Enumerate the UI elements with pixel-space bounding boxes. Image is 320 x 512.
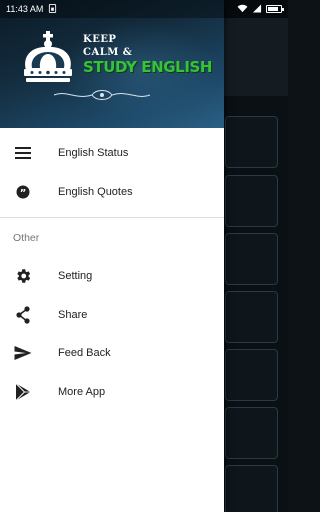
background-card[interactable]	[225, 233, 278, 285]
sim-icon	[48, 3, 57, 15]
menu-item-english-status[interactable]: English Status	[0, 134, 224, 173]
wifi-icon	[237, 4, 248, 15]
menu-item-label: English Quotes	[58, 185, 133, 198]
menu-divider	[0, 217, 224, 218]
section-title-other: Other	[13, 232, 40, 244]
menu-item-label: Setting	[58, 270, 93, 283]
gear-icon	[13, 266, 33, 286]
menu-item-label: English Status	[58, 147, 129, 160]
status-left: 11:43 AM	[6, 3, 57, 15]
status-right	[237, 3, 284, 15]
status-bar: 11:43 AM	[0, 0, 288, 18]
flourish-ornament-icon	[53, 90, 151, 100]
menu-item-setting[interactable]: Setting	[0, 257, 224, 296]
logo-line-calm: CALM &	[83, 47, 133, 58]
share-icon	[13, 305, 33, 325]
menu-item-more-app[interactable]: More App	[0, 373, 224, 412]
navigation-drawer: KEEP CALM & STUDY ENGLISH English Status…	[0, 0, 224, 512]
menu-item-label: Feed Back	[58, 347, 111, 360]
send-icon	[13, 343, 33, 363]
svg-text:”: ”	[20, 188, 27, 199]
logo-line-keep: KEEP	[83, 34, 117, 45]
quote-icon: ”	[13, 182, 33, 202]
other-menu: Setting Share Feed Back More App	[0, 257, 224, 411]
status-time: 11:43 AM	[6, 4, 44, 14]
menu-item-share[interactable]: Share	[0, 296, 224, 335]
signal-icon	[252, 3, 262, 15]
play-store-icon	[13, 382, 33, 402]
background-card[interactable]	[225, 116, 278, 168]
menu-item-label: Share	[58, 308, 88, 321]
menu-item-english-quotes[interactable]: ” English Quotes	[0, 173, 224, 212]
menu-item-label: More App	[58, 385, 106, 398]
menu-item-feed-back[interactable]: Feed Back	[0, 334, 224, 373]
primary-menu: English Status ” English Quotes	[0, 134, 224, 211]
menu-lines-icon	[13, 143, 33, 163]
drawer-header: KEEP CALM & STUDY ENGLISH	[0, 0, 224, 128]
logo-text: KEEP CALM & STUDY ENGLISH	[83, 35, 212, 75]
background-card[interactable]	[225, 349, 278, 401]
background-card[interactable]	[225, 291, 278, 343]
logo-line-study-english: STUDY ENGLISH	[83, 58, 213, 76]
background-card[interactable]	[225, 175, 278, 227]
battery-icon	[266, 5, 284, 13]
background-card[interactable]	[225, 407, 278, 459]
background-card[interactable]	[225, 465, 278, 512]
crown-logo-icon	[24, 31, 72, 82]
